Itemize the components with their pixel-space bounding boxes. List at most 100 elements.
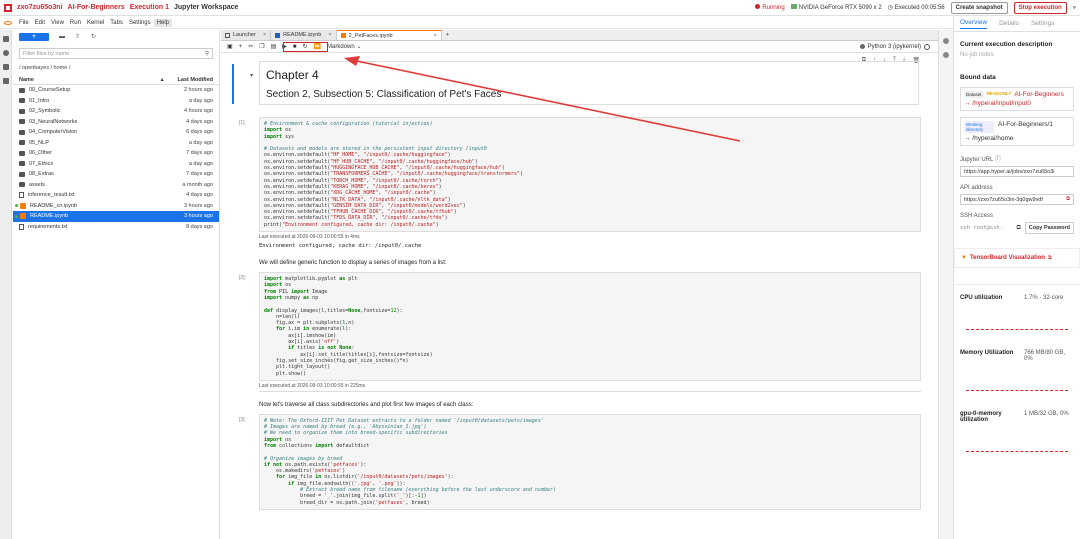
menu-view[interactable]: View: [48, 19, 67, 27]
column-last-modified[interactable]: Last Modified: [178, 77, 213, 83]
code-editor[interactable]: import matplotlib.pyplot as plt import o…: [259, 272, 921, 381]
left-sidebar-rail: [0, 30, 12, 539]
copy-icon[interactable]: ❐: [259, 43, 264, 50]
execution-name[interactable]: Execution 1: [130, 4, 169, 11]
refresh-icon[interactable]: ↻: [91, 34, 97, 40]
top-bar: zxo7zu65o3ni AI-For-Beginners Execution …: [0, 0, 1080, 16]
sort-icon[interactable]: ▴: [161, 77, 164, 83]
notebook-main-area: Launcher × README.ipynb × 2_PetFaces.ipynb…: [221, 30, 938, 539]
cell-type-select[interactable]: Markdown ⌄: [327, 43, 361, 50]
file-list-item[interactable]: 06_Other 7 days ago: [13, 148, 219, 159]
file-name-cell: 07_Ethics: [19, 161, 189, 167]
file-list-item[interactable]: 01_Intro a day ago: [13, 96, 219, 107]
close-icon[interactable]: ×: [434, 33, 437, 39]
memory-sparkline: [966, 390, 1068, 391]
file-list-item[interactable]: inference_result.txt 4 days ago: [13, 190, 219, 201]
close-icon[interactable]: ×: [328, 32, 331, 38]
file-list-item[interactable]: README.ipynb 3 hours ago: [13, 211, 219, 222]
file-list-item[interactable]: 02_Symbolic 4 hours ago: [13, 106, 219, 117]
folder-icon: [19, 140, 25, 146]
paste-icon[interactable]: ▤: [271, 43, 277, 50]
file-browser: + ▬ ⇧ ↻ Filter files by name ⚲ / openbay…: [13, 30, 220, 539]
stop-execution-button[interactable]: Stop execution: [1013, 1, 1067, 14]
notebook-cells[interactable]: ▾ Chapter 4 Section 2, Subsection 5: Cla…: [221, 54, 938, 539]
running-icon[interactable]: [3, 50, 9, 56]
file-list-item[interactable]: 04_ComputerVision 6 days ago: [13, 127, 219, 138]
copy-password-button[interactable]: Copy Password: [1024, 222, 1074, 234]
column-name[interactable]: Name: [19, 77, 161, 83]
markdown-cell-heading[interactable]: ▾ Chapter 4 Section 2, Subsection 5: Cla…: [232, 61, 919, 105]
api-address-field[interactable]: https://zxo7zu65o3ni-3q0gw9vdf ⧉: [960, 194, 1074, 205]
breadcrumb[interactable]: / openbayes / home /: [13, 63, 219, 75]
menu-file[interactable]: File: [16, 19, 32, 27]
file-list-item[interactable]: requirements.txt 8 days ago: [13, 222, 219, 233]
collapse-heading-icon[interactable]: ▾: [250, 72, 253, 79]
markdown-cell-text[interactable]: Now let's traverse all class subdirector…: [259, 402, 938, 408]
property-inspector-icon[interactable]: [943, 38, 949, 44]
debugger-icon[interactable]: [943, 52, 949, 58]
tab-launcher[interactable]: Launcher ×: [221, 30, 272, 40]
code-cell-3[interactable]: [3]: # Note: The Oxford-IIIT Pet Dataset…: [239, 413, 921, 510]
tab-details[interactable]: Details: [999, 20, 1019, 27]
dataset-name[interactable]: AI-For-Beginners: [1014, 91, 1064, 98]
save-icon[interactable]: ▣: [227, 43, 233, 50]
tab-readme[interactable]: README.ipynb ×: [271, 30, 337, 40]
file-modified: 7 days ago: [186, 150, 213, 157]
upload-icon[interactable]: ⇧: [75, 34, 81, 40]
cut-icon[interactable]: ✂: [248, 43, 253, 50]
markdown-cell-text[interactable]: We will define generic function to displ…: [259, 260, 938, 266]
menu-kernel[interactable]: Kernel: [84, 19, 107, 27]
external-link-icon[interactable]: ⧉: [1048, 255, 1052, 261]
menu-run[interactable]: Run: [67, 19, 84, 27]
jupyter-url-field[interactable]: https://app.hyper.ai/jobs/zxo7zu65o3i: [960, 166, 1074, 177]
menu-tabs[interactable]: Tabs: [107, 19, 126, 27]
create-snapshot-button[interactable]: Create snapshot: [950, 1, 1008, 14]
file-browser-toolbar: + ▬ ⇧ ↻: [13, 30, 219, 44]
kernel-status[interactable]: Python 3 (ipykernel): [859, 43, 930, 50]
file-list-item[interactable]: 08_Extras 7 days ago: [13, 169, 219, 180]
menu-help[interactable]: Help: [153, 18, 172, 27]
memory-value: 766 MB/80 GB, 0%: [1024, 350, 1066, 362]
tab-petfaces[interactable]: 2_PetFaces.ipynb ×: [336, 30, 442, 40]
running-indicator-icon: [15, 214, 18, 218]
dataset-binding[interactable]: Dataset READONLY AI-For-Beginners → /hyp…: [960, 87, 1074, 111]
copy-icon[interactable]: ⧉: [1016, 225, 1020, 232]
code-editor[interactable]: # Environment & cache configuration (tut…: [259, 117, 921, 233]
workdir-binding[interactable]: Working directory AI-For-Beginners/1 → /…: [960, 117, 1074, 146]
file-list-item[interactable]: 05_NLP a day ago: [13, 138, 219, 149]
new-folder-icon[interactable]: ▬: [59, 34, 65, 40]
insert-cell-icon[interactable]: +: [239, 44, 243, 50]
new-tab-button[interactable]: +: [441, 30, 454, 40]
tab-settings[interactable]: Settings: [1031, 20, 1055, 27]
copy-icon[interactable]: ⧉: [1066, 196, 1070, 203]
new-launcher-button[interactable]: +: [19, 33, 49, 41]
file-list-item[interactable]: README_cn.ipynb 3 hours ago: [13, 201, 219, 212]
file-list-item[interactable]: 03_NeuralNetworks 4 days ago: [13, 117, 219, 128]
code-cell-1[interactable]: [1]: # Environment & cache configuration…: [239, 117, 921, 252]
tab-overview[interactable]: Overview: [960, 19, 988, 29]
file-name: 00_CourseSetup: [29, 87, 71, 94]
file-list-item[interactable]: assets a month ago: [13, 180, 219, 191]
code-cell-2[interactable]: [2]: import matplotlib.pyplot as plt imp…: [239, 272, 921, 389]
file-name-cell: assets: [19, 182, 182, 188]
job-id[interactable]: zxo7zu65o3ni: [17, 4, 63, 11]
project-name[interactable]: AI-For-Beginners: [68, 4, 125, 11]
tensorboard-card[interactable]: ▼ TensorBoard Visualization ⧉: [954, 248, 1080, 268]
toc-icon[interactable]: [3, 64, 9, 70]
menu-settings[interactable]: Settings: [126, 19, 154, 27]
folder-icon: [19, 150, 25, 156]
file-name: assets: [29, 181, 45, 188]
file-filter-input[interactable]: Filter files by name ⚲: [19, 48, 213, 59]
extension-icon[interactable]: [3, 78, 9, 84]
code-editor[interactable]: # Note: The Oxford-IIIT Pet Dataset extr…: [259, 413, 921, 510]
close-icon[interactable]: ×: [263, 32, 266, 38]
folder-icon[interactable]: [3, 36, 9, 42]
tensorboard-link[interactable]: TensorBoard Visualization: [970, 255, 1045, 261]
file-list-item[interactable]: 00_CourseSetup 2 hours ago: [13, 85, 219, 96]
ssh-command[interactable]: ssh root@ssh.: [960, 225, 1012, 231]
workdir-name[interactable]: AI-For-Beginners/1: [998, 121, 1053, 128]
collapse-panel-icon[interactable]: »: [1073, 5, 1076, 11]
menu-edit[interactable]: Edit: [32, 19, 48, 27]
markdown-icon: [275, 32, 281, 38]
file-list-item[interactable]: 07_Ethics a day ago: [13, 159, 219, 170]
